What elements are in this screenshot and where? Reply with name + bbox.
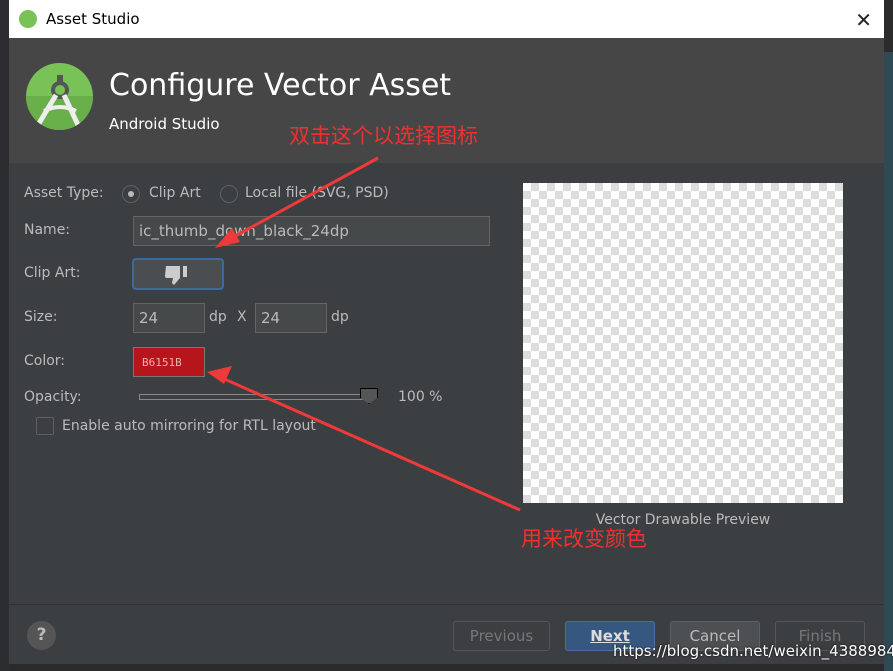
arrowhead-clip-art [215, 228, 240, 248]
annotation-color: 用来改变颜色 [521, 527, 647, 551]
annotation-clip-art: 双击这个以选择图标 [289, 124, 478, 148]
watermark: https://blog.csdn.net/weixin_43889841 [613, 642, 893, 660]
arrow-to-color [221, 376, 521, 512]
annotation-arrows [207, 156, 521, 512]
arrow-to-clip-art [227, 156, 379, 242]
